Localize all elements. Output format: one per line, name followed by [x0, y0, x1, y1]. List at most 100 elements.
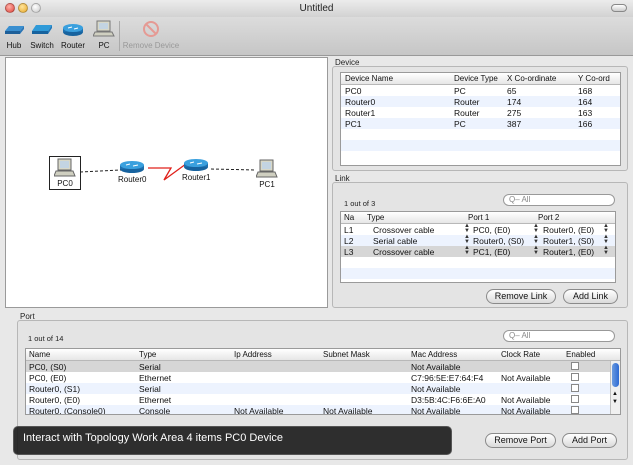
column-header[interactable]: Subnet Mask [323, 350, 370, 359]
column-header[interactable]: Na [344, 213, 354, 222]
link-count: 1 out of 3 [344, 199, 376, 208]
device-table-header: Device Name Device Type X Co-ordinate Y … [341, 73, 620, 85]
pc-icon [256, 159, 278, 178]
stepper-icon[interactable]: ▲ ▼ [533, 245, 539, 256]
table-row[interactable]: Router0, (S1) Serial Not Available [26, 383, 620, 394]
link-type-cell: Serial cable [373, 236, 418, 246]
column-header[interactable]: Type [139, 350, 156, 359]
column-header[interactable]: Device Name [345, 74, 393, 83]
stepper-icon[interactable]: ▲ ▼ [464, 245, 470, 256]
enabled-checkbox[interactable] [571, 362, 579, 370]
pc-tool-button[interactable]: PC [93, 20, 115, 50]
link-table[interactable]: Na Type Port 1 Port 2 L1 Crossover cable… [340, 211, 616, 283]
port-name-cell: Router0, (S1) [29, 384, 81, 394]
link-name-cell: L2 [344, 236, 354, 246]
switch-tool-button[interactable]: Switch [28, 20, 56, 50]
device-name-cell: Router1 [345, 108, 376, 118]
window-title: Untitled [299, 3, 334, 14]
column-header[interactable]: Ip Address [234, 350, 272, 359]
port-type-cell: Ethernet [139, 395, 172, 405]
table-row[interactable]: PC1 PC 387 166 [341, 118, 620, 129]
scroll-down-arrow-icon[interactable]: ▼ [612, 399, 618, 405]
remove-port-button[interactable]: Remove Port [485, 433, 556, 448]
add-port-button[interactable]: Add Port [562, 433, 617, 448]
table-row[interactable]: Router0 Router 174 164 [341, 96, 620, 107]
enabled-checkbox[interactable] [571, 373, 579, 381]
table-row-selected[interactable]: L3 Crossover cable ▲ ▼ PC1, (E0) ▲ ▼ Route… [341, 245, 615, 257]
toolbar-toggle-button[interactable] [611, 4, 627, 12]
table-row[interactable]: PC0 PC 65 168 [341, 85, 620, 96]
link-table-header: Na Type Port 1 Port 2 [341, 212, 615, 224]
stepper-icon[interactable]: ▲ ▼ [464, 234, 470, 245]
port-search-input[interactable]: Q– All [503, 330, 615, 342]
column-header[interactable]: Name [29, 350, 50, 359]
hub-icon [5, 26, 24, 34]
y-cell: 168 [578, 86, 593, 96]
column-header[interactable]: Enabled [566, 350, 595, 359]
table-row[interactable]: Router0, (E0) Ethernet D3:5B:4C:F6:6E:A0… [26, 394, 620, 405]
stepper-icon[interactable]: ▲ ▼ [464, 223, 470, 234]
device-pc0[interactable]: PC0 [49, 156, 81, 190]
remove-device-button[interactable]: Remove Device [120, 20, 182, 50]
table-row[interactable]: PC0, (E0) Ethernet C7:96:5E:E7:64:F4 Not… [26, 372, 620, 383]
table-row-selected[interactable]: PC0, (S0) Serial Not Available [26, 361, 620, 372]
column-header[interactable]: Device Type [454, 74, 498, 83]
scrollbar-thumb[interactable] [612, 363, 619, 387]
link-name-cell: L3 [344, 247, 354, 257]
remove-link-button[interactable]: Remove Link [486, 289, 556, 304]
enabled-checkbox[interactable] [571, 384, 579, 392]
device-label: PC1 [259, 180, 275, 189]
port2-cell: Router0, (E0) [543, 225, 595, 235]
device-label: PC0 [57, 179, 73, 188]
y-cell: 164 [578, 97, 593, 107]
device-router1[interactable]: Router1 [182, 157, 210, 182]
topology-work-area[interactable]: PC0 Router0 Router1 PC1 [5, 57, 328, 308]
device-pc1[interactable]: PC1 [256, 159, 278, 189]
hub-tool-button[interactable]: Hub [3, 20, 25, 50]
router-tool-button[interactable]: Router [58, 20, 88, 50]
link-search-input[interactable]: Q– All [503, 194, 615, 206]
scroll-up-arrow-icon[interactable]: ▲ [612, 391, 618, 397]
link-l3 [210, 168, 257, 171]
table-row[interactable]: Router1 Router 275 163 [341, 107, 620, 118]
stepper-icon[interactable]: ▲ ▼ [533, 223, 539, 234]
port-name-cell: Router0, (Console0) [29, 406, 106, 415]
mac-cell: D3:5B:4C:F6:6E:A0 [411, 395, 486, 405]
mac-cell: Not Available [411, 384, 461, 394]
enabled-checkbox[interactable] [571, 406, 579, 414]
port-type-cell: Ethernet [139, 373, 172, 383]
port1-cell: PC0, (E0) [473, 225, 511, 235]
stepper-icon[interactable]: ▲ ▼ [533, 234, 539, 245]
stepper-icon[interactable]: ▲ ▼ [603, 234, 609, 245]
device-name-cell: Router0 [345, 97, 376, 107]
column-header[interactable]: Port 1 [468, 213, 489, 222]
port-table[interactable]: Name Type Ip Address Subnet Mask Mac Add… [25, 348, 621, 415]
table-row[interactable]: L1 Crossover cable ▲ ▼ PC0, (E0) ▲ ▼ Route… [341, 223, 615, 235]
column-header[interactable]: X Co-ordinate [507, 74, 556, 83]
column-header[interactable]: Type [367, 213, 384, 222]
port-table-header: Name Type Ip Address Subnet Mask Mac Add… [26, 349, 620, 361]
device-type-cell: PC [454, 86, 466, 96]
port-type-cell: Console [139, 406, 171, 415]
column-header[interactable]: Mac Address [411, 350, 457, 359]
table-row[interactable]: L2 Serial cable ▲ ▼ Router0, (S0) ▲ ▼ Rout… [341, 234, 615, 246]
link-group: 1 out of 3 Q– All Na Type Port 1 Port 2 … [332, 182, 628, 308]
link-type-cell: Crossover cable [373, 225, 435, 235]
ip-cell: Not Available [234, 406, 284, 415]
column-header[interactable]: Clock Rate [501, 350, 540, 359]
column-header[interactable]: Y Co-ord [578, 74, 610, 83]
enabled-checkbox[interactable] [571, 395, 579, 403]
table-row[interactable]: Router0, (Console0) Console Not Availabl… [26, 405, 620, 415]
device-table[interactable]: Device Name Device Type X Co-ordinate Y … [340, 72, 621, 166]
device-type-cell: Router [454, 108, 480, 118]
port-table-scrollbar[interactable]: ▲ ▼ [610, 361, 620, 414]
add-link-button[interactable]: Add Link [563, 289, 618, 304]
stepper-icon[interactable]: ▲ ▼ [603, 245, 609, 256]
stepper-icon[interactable]: ▲ ▼ [603, 223, 609, 234]
router-icon [120, 161, 145, 173]
port1-cell: PC1, (E0) [473, 247, 511, 257]
device-router0[interactable]: Router0 [118, 159, 146, 184]
port2-cell: Router1, (E0) [543, 247, 595, 257]
column-header[interactable]: Port 2 [538, 213, 559, 222]
router-tool-label: Router [60, 41, 85, 50]
